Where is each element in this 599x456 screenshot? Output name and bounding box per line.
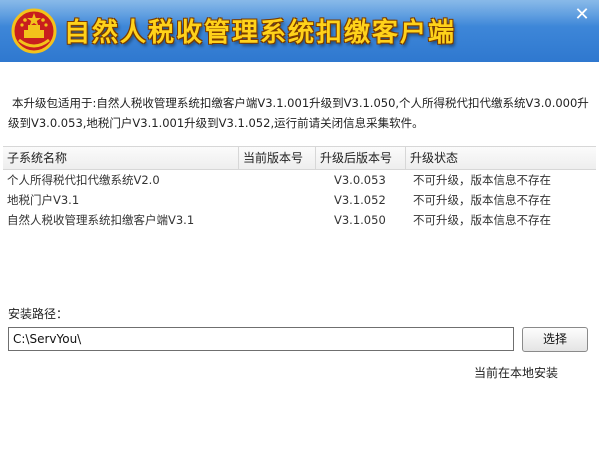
close-button[interactable]: ✕ <box>571 4 593 26</box>
title-bar: 自然人税收管理系统扣缴客户端 ✕ <box>0 0 599 62</box>
cell-status: 不可升级，版本信息不存在 <box>413 193 551 207</box>
cell-current-version <box>239 170 316 190</box>
cell-current-version <box>239 190 316 210</box>
cell-target-version: V3.1.050 <box>334 213 386 227</box>
choose-button[interactable]: 选择 <box>522 327 588 352</box>
cell-status: 不可升级，版本信息不存在 <box>413 213 551 227</box>
upgrade-description: 本升级包适用于:自然人税收管理系统扣缴客户端V3.1.001升级到V3.1.05… <box>8 96 589 130</box>
table-row[interactable]: 自然人税收管理系统扣缴客户端V3.1 V3.1.050 不可升级，版本信息不存在 <box>3 210 596 230</box>
table-header: 子系统名称 当前版本号 升级后版本号 升级状态 <box>3 147 596 170</box>
cell-name: 地税门户V3.1 <box>7 193 80 207</box>
table-row[interactable]: 地税门户V3.1 V3.1.052 不可升级，版本信息不存在 <box>3 190 596 210</box>
app-title: 自然人税收管理系统扣缴客户端 <box>64 18 457 48</box>
table-row[interactable]: 个人所得税代扣代缴系统V2.0 V3.0.053 不可升级，版本信息不存在 <box>3 170 596 190</box>
column-header-status[interactable]: 升级状态 <box>406 147 596 169</box>
cell-name: 个人所得税代扣代缴系统V2.0 <box>7 173 160 187</box>
cell-name: 自然人税收管理系统扣缴客户端V3.1 <box>7 213 195 227</box>
national-emblem-icon <box>11 8 57 54</box>
install-path-input[interactable] <box>8 327 514 351</box>
install-status-text: 当前在本地安装 <box>473 366 558 380</box>
cell-target-version: V3.1.052 <box>334 193 386 207</box>
column-header-target-version[interactable]: 升级后版本号 <box>316 147 406 169</box>
subsystem-table: 子系统名称 当前版本号 升级后版本号 升级状态 个人所得税代扣代缴系统V2.0 … <box>3 146 596 289</box>
close-icon: ✕ <box>574 4 590 25</box>
install-path-label: 安装路径： <box>8 307 69 321</box>
column-header-current-version[interactable]: 当前版本号 <box>239 147 316 169</box>
cell-current-version <box>239 210 316 230</box>
cell-target-version: V3.0.053 <box>334 173 386 187</box>
cell-status: 不可升级，版本信息不存在 <box>413 173 551 187</box>
column-header-name[interactable]: 子系统名称 <box>3 147 239 169</box>
